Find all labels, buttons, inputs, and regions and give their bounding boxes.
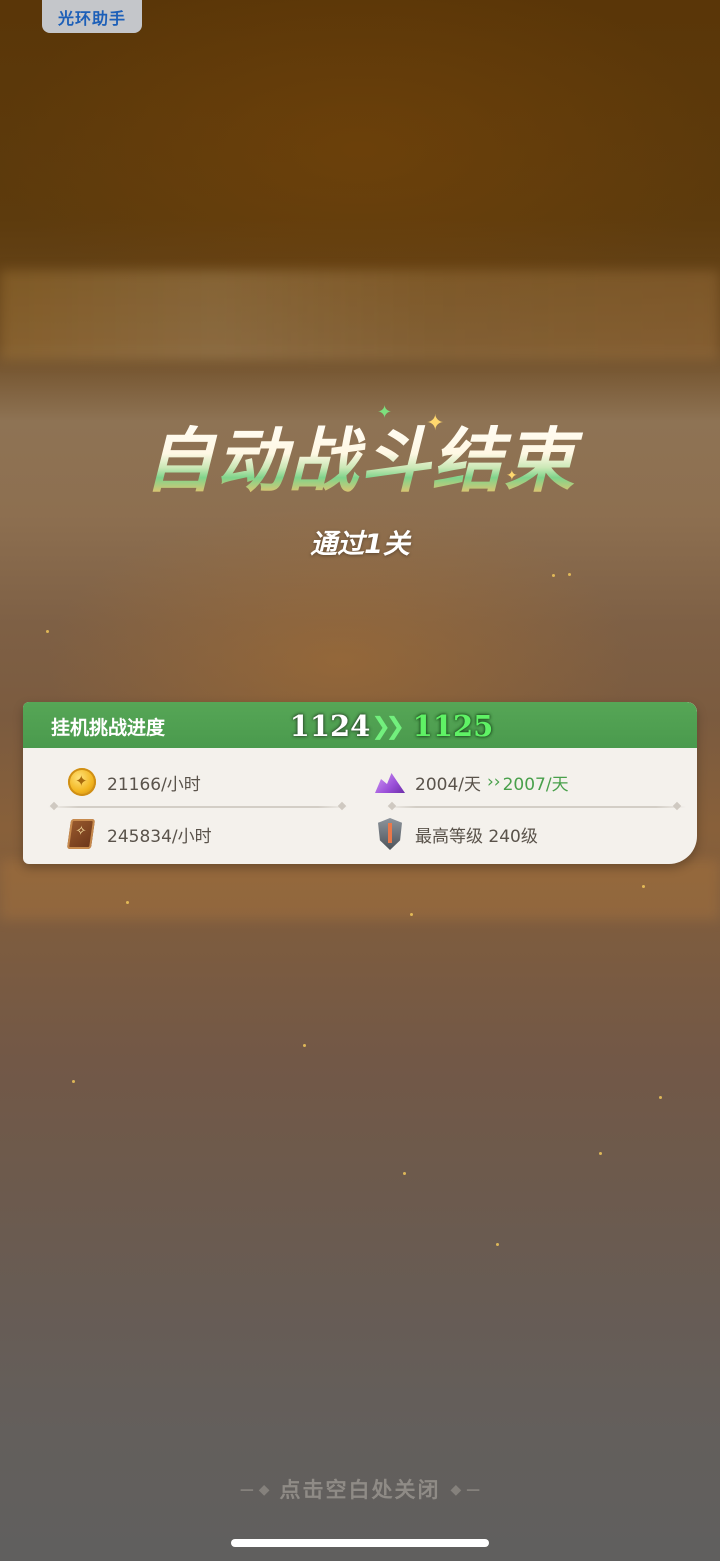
divider-dot [49,801,59,811]
battle-end-title: 自动战斗结束 [134,405,586,506]
row-divider [386,806,686,808]
double-chevron-right-icon: ›› [487,772,501,792]
particle [552,574,555,577]
stages-passed-subtitle: 通过1关 [310,529,410,560]
exp-rate-value: 245834/小时 [107,826,212,847]
exp-rate-row: 245834/小时 [65,814,212,854]
sparkle-icon: ✦ [506,468,518,484]
purple-crystal-icon [373,765,407,799]
home-indicator[interactable] [231,1539,489,1547]
particle [659,1096,662,1099]
particle [403,1172,406,1175]
sparkle-icon: ✦ [377,402,393,423]
background-blur-band [0,270,720,360]
particle [599,1152,602,1155]
progress-panel: 挂机挑战进度 1124 ❯❯ 1125 21166/小时 2004/天 ›› 2… [23,702,697,864]
particle [642,885,645,888]
gold-rate-value: 21166/小时 [107,774,201,795]
decor-dash-icon: — ◆ [239,1482,270,1498]
close-hint-label: 点击空白处关闭 [279,1478,441,1502]
shield-sword-icon [373,817,407,851]
stage-to: 1125 [412,709,494,743]
gold-coin-icon [65,765,99,799]
particle [568,573,571,576]
assistant-badge[interactable]: 光环助手 [42,0,142,33]
row-divider [48,806,348,808]
crystal-rate-new: 2007/天 [502,774,569,795]
crystal-rate-old: 2004/天 [415,774,481,795]
close-hint[interactable]: — ◆ 点击空白处关闭 ◆ — [0,1474,720,1504]
particle [303,1044,306,1047]
stage-from: 1124 [289,709,371,743]
gold-rate-row: 21166/小时 [65,762,201,802]
background-blur-band [0,860,720,920]
particle [46,630,49,633]
particle [410,913,413,916]
particle [72,1080,75,1083]
progress-panel-title: 挂机挑战进度 [51,717,166,739]
progress-panel-header: 挂机挑战进度 1124 ❯❯ 1125 [23,702,697,748]
exp-book-icon [65,817,99,851]
divider-dot [387,801,397,811]
sparkle-icon: ✦ [426,411,445,436]
double-chevron-right-icon: ❯❯ [371,712,405,740]
max-level-row: 最高等级 240级 [373,814,538,854]
max-level-value: 最高等级 240级 [415,826,538,847]
divider-dot [337,801,347,811]
particle [126,901,129,904]
decor-dash-icon: ◆ — [450,1482,481,1498]
title-wrap: 自动战斗结束 [0,405,720,506]
particle [496,1243,499,1246]
crystal-rate-row: 2004/天 ›› 2007/天 [373,762,569,802]
divider-dot [672,801,682,811]
